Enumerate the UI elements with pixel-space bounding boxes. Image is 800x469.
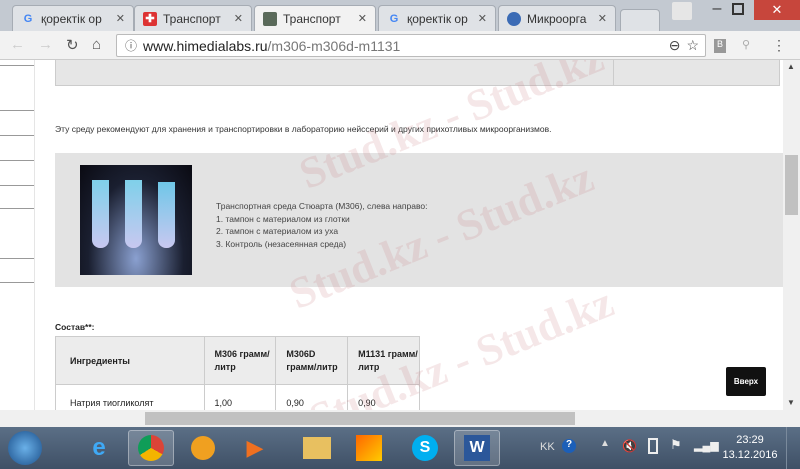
horizontal-scrollbar[interactable] <box>0 410 800 427</box>
action-center-flag-icon[interactable]: ⚑ <box>670 437 682 453</box>
close-tab-icon[interactable]: ✕ <box>234 12 243 25</box>
header-m306d: M306D грамм/литр <box>275 336 349 385</box>
site-icon: ✚ <box>143 11 157 26</box>
back-icon[interactable]: ← <box>10 36 25 53</box>
maximize-button[interactable] <box>732 3 744 15</box>
address-bar[interactable]: ⓘ www.himedialabs.ru/m306-m306d-m1131 ⊖ … <box>116 34 706 57</box>
forward-icon[interactable]: → <box>38 36 53 53</box>
app-taskbar-icon[interactable] <box>346 430 392 466</box>
close-window-button[interactable]: ✕ <box>754 0 800 20</box>
start-button[interactable] <box>8 431 42 465</box>
image-caption: Транспортная среда Стюарта (М306), слева… <box>216 201 428 249</box>
close-tab-icon[interactable]: ✕ <box>598 12 607 25</box>
google-icon: G <box>23 12 33 25</box>
tab-2[interactable]: ✚ Транспорт ✕ <box>134 5 252 31</box>
header-m1131: M1131 грамм/литр <box>347 336 420 385</box>
horizontal-scroll-thumb[interactable] <box>145 412 575 425</box>
tab-label: Транспорт <box>163 11 221 26</box>
url-host: www.himedialabs.ru <box>143 37 268 54</box>
tab-1[interactable]: Gқоректік ор ✕ <box>12 5 134 31</box>
zoom-icon[interactable]: ⊖ <box>669 37 681 54</box>
network-signal-icon[interactable]: ▂▄▆ <box>694 439 719 452</box>
close-tab-icon[interactable]: ✕ <box>358 12 367 25</box>
close-tab-icon[interactable]: ✕ <box>116 12 125 25</box>
ie-taskbar-icon[interactable]: e <box>76 430 122 466</box>
extension-b-icon[interactable]: B <box>714 39 726 53</box>
bookmark-star-icon[interactable]: ☆ <box>686 37 699 54</box>
clock[interactable]: 23:29 13.12.2016 <box>720 433 780 463</box>
skype-taskbar-icon[interactable]: S <box>402 430 448 466</box>
taskbar: e ▶ S W KK ? ▲ 🔇 ⚑ ▂▄▆ 23:29 13.12.2016 <box>0 427 800 469</box>
reload-icon[interactable]: ↻ <box>66 36 79 54</box>
tab-label: қоректік ор <box>407 11 468 26</box>
header-ingredients: Ингредиенты <box>55 336 205 385</box>
intro-text: Эту среду рекомендуют для хранения и тра… <box>55 124 552 134</box>
aimp-taskbar-icon[interactable] <box>180 430 226 466</box>
vertical-scrollbar[interactable]: ▲ ▼ <box>783 60 800 410</box>
left-divider <box>34 60 35 410</box>
media-player-taskbar-icon[interactable]: ▶ <box>232 430 278 466</box>
header-m306: M306 грамм/литр <box>203 336 277 385</box>
menu-icon[interactable]: ⋮ <box>772 37 786 54</box>
url-path: /m306-m306d-m1131 <box>267 37 401 54</box>
new-tab-button[interactable] <box>620 9 660 31</box>
composition-heading: Состав**: <box>55 322 95 332</box>
profile-icon[interactable] <box>672 2 692 20</box>
tab-label: Транспорт <box>283 11 341 26</box>
globe-icon <box>507 11 521 26</box>
web-page: Эту среду рекомендуют для хранения и тра… <box>0 60 783 410</box>
vertical-scroll-thumb[interactable] <box>785 155 798 215</box>
scroll-top-button[interactable]: Вверх <box>726 367 766 396</box>
show-hidden-icons[interactable]: ▲ <box>600 438 610 449</box>
help-icon[interactable]: ? <box>562 439 576 453</box>
previous-table-fragment <box>55 60 780 86</box>
close-tab-icon[interactable]: ✕ <box>478 12 487 25</box>
tab-4[interactable]: Gқоректік ор ✕ <box>378 5 496 31</box>
image-icon <box>263 11 277 26</box>
tab-3-active[interactable]: Транспорт ✕ <box>254 5 376 31</box>
image-panel: Транспортная среда Стюарта (М306), слева… <box>55 153 783 287</box>
explorer-taskbar-icon[interactable] <box>294 430 340 466</box>
word-taskbar-icon[interactable]: W <box>454 430 500 466</box>
tab-label: Микроорга <box>527 11 587 26</box>
tab-5[interactable]: Микроорга ✕ <box>498 5 616 31</box>
home-icon[interactable]: ⌂ <box>92 36 101 53</box>
language-indicator[interactable]: KK <box>540 441 555 453</box>
tab-label: қоректік ор <box>41 11 102 26</box>
battery-icon[interactable] <box>648 438 658 454</box>
tab-bar: Gқоректік ор ✕ ✚ Транспорт ✕ Транспорт ✕ Gқо… <box>0 0 800 31</box>
volume-muted-icon[interactable]: 🔇 <box>622 439 637 453</box>
table-row: Натрия тиогликолят 1,00 0,90 0,90 <box>55 384 420 410</box>
test-tubes-image <box>80 165 192 275</box>
info-icon: ⓘ <box>125 39 138 53</box>
composition-table: Ингредиенты M306 грамм/литр M306D грамм/… <box>55 336 420 410</box>
browser-toolbar: ← → ↻ ⌂ ⓘ www.himedialabs.ru/m306-m306d-… <box>0 31 800 60</box>
google-icon: G <box>389 12 399 25</box>
minimize-button[interactable]: – <box>705 0 729 20</box>
chrome-taskbar-icon[interactable] <box>128 430 174 466</box>
extension-search-icon[interactable]: ⚲ <box>742 38 750 51</box>
show-desktop-button[interactable] <box>786 427 800 469</box>
